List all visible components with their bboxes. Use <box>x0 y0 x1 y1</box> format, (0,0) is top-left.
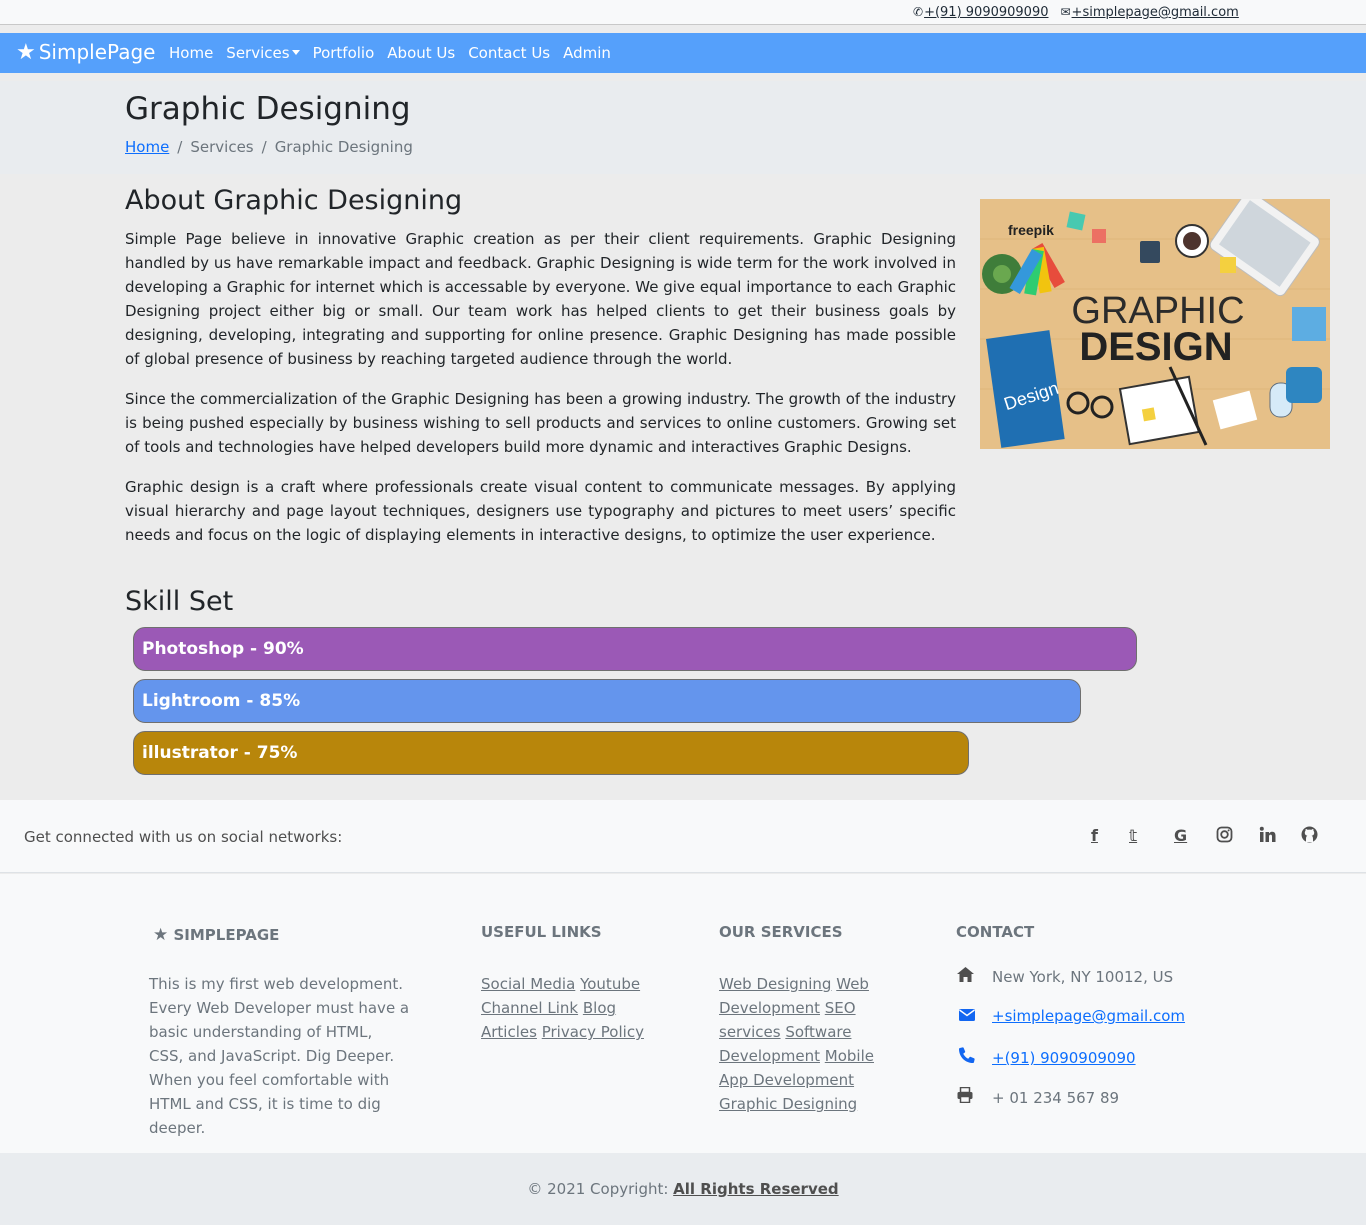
useful-links-title: Useful links <box>481 923 602 941</box>
contact-phone-link[interactable]: +(91) 9090909090 <box>992 1049 1136 1067</box>
nav-services-label: Services <box>226 44 290 62</box>
page-header: Graphic Designing Home / Services / Graphic … <box>0 81 1366 174</box>
about-paragraph: Graphic design is a craft where professi… <box>125 478 956 544</box>
skill-bar-photoshop: Photoshop - 90% <box>133 627 1137 671</box>
skill-bar-illustrator: illustrator - 75% <box>133 731 969 775</box>
footer: ★ SIMPLEPAGE This is my first web develo… <box>0 874 1366 1153</box>
nav-contact-us[interactable]: Contact Us <box>468 44 550 62</box>
image-text-design: DESIGN <box>1079 325 1232 369</box>
top-contact-links: ✆+(91) 9090909090 ✉+simplepage@gmail.com <box>913 5 1239 20</box>
freepik-logo-text: freepik <box>1008 222 1054 238</box>
phone-icon <box>958 1047 976 1067</box>
skill-set-title: Skill Set <box>125 586 234 617</box>
breadcrumb-current: Graphic Designing <box>274 138 413 156</box>
contact-email: +simplepage@gmail.com <box>958 1007 1185 1025</box>
graphic-design-image: GRAPHIC DESIGN freepik Design <box>980 199 1330 449</box>
nav-portfolio[interactable]: Portfolio <box>313 44 375 62</box>
social-strip: Get connected with us on social networks… <box>0 800 1366 873</box>
instagram-icon[interactable] <box>1216 826 1233 847</box>
envelope-icon: ✉ <box>1060 5 1071 19</box>
contact-address-text: New York, NY 10012, US <box>992 968 1174 986</box>
our-services-title: Our services <box>719 923 843 941</box>
footer-service-graphic[interactable]: Graphic Designing <box>719 1095 857 1113</box>
about-paragraph: Since the commercialization of the Graph… <box>125 390 956 456</box>
printer-icon <box>956 1086 974 1107</box>
phone-icon: ✆ <box>913 5 924 19</box>
contact-phone: +(91) 9090909090 <box>958 1047 1136 1067</box>
contact-address: New York, NY 10012, US <box>956 967 1173 986</box>
breadcrumb-separator: / <box>261 138 267 156</box>
top-contact-bar: ✆+(91) 9090909090 ✉+simplepage@gmail.com <box>0 0 1366 25</box>
about-paragraph: Simple Page believe in innovative Graphi… <box>125 230 956 368</box>
star-icon: ★ <box>153 925 169 945</box>
top-email-link[interactable]: +simplepage@gmail.com <box>1072 5 1239 20</box>
copyright-text: © 2021 Copyright: <box>527 1180 674 1198</box>
star-icon: ★ <box>16 40 36 65</box>
top-phone-link[interactable]: +(91) 9090909090 <box>924 5 1048 20</box>
breadcrumb-home-link[interactable]: Home <box>125 138 169 156</box>
caret-down-icon <box>291 49 300 55</box>
page-title: Graphic Designing <box>125 91 411 127</box>
home-icon <box>956 967 974 986</box>
contact-fax: + 01 234 567 89 <box>956 1086 1120 1107</box>
about-text: Simple Page believe in innovative Graphi… <box>125 227 956 563</box>
footer-about-text: This is my first web development. Every … <box>149 975 410 1137</box>
contact-title: Contact <box>956 923 1035 941</box>
nav-menu: Home Services Portfolio About Us Contact Us A… <box>169 44 624 62</box>
nav-services-dropdown[interactable]: Services <box>226 44 300 62</box>
skill-bar-lightroom: Lightroom - 85% <box>133 679 1081 723</box>
main-navbar: ★ SimplePage Home Services Portfolio About U… <box>0 33 1366 73</box>
services-list: Web Designing Web Development SEO servic… <box>719 972 894 1116</box>
facebook-icon[interactable]: f <box>1091 826 1098 845</box>
envelope-icon <box>958 1007 976 1025</box>
nav-admin[interactable]: Admin <box>563 44 611 62</box>
github-icon[interactable] <box>1301 826 1318 847</box>
footer-brand-name: SIMPLEPAGE <box>173 926 280 944</box>
contact-email-link[interactable]: +simplepage@gmail.com <box>992 1007 1185 1025</box>
all-rights-reserved-link[interactable]: All Rights Reserved <box>673 1180 838 1198</box>
breadcrumb-services: Services <box>190 138 254 156</box>
breadcrumb-separator: / <box>177 138 183 156</box>
breadcrumb: Home / Services / Graphic Designing <box>125 138 413 156</box>
contact-fax-text: + 01 234 567 89 <box>992 1089 1120 1107</box>
brand-link[interactable]: ★ SimplePage <box>16 40 155 65</box>
footer-service-web-designing[interactable]: Web Designing <box>719 975 831 993</box>
useful-links-list: Social Media Youtube Channel Link Blog A… <box>481 972 656 1044</box>
about-title: About Graphic Designing <box>125 185 463 216</box>
brand-name: SimplePage <box>38 40 156 64</box>
twitter-icon[interactable]: 𝕥 <box>1129 826 1137 845</box>
copyright-bar: © 2021 Copyright: All Rights Reserved <box>0 1153 1366 1225</box>
google-icon[interactable]: G <box>1174 826 1187 845</box>
linkedin-icon[interactable] <box>1259 826 1276 847</box>
nav-home[interactable]: Home <box>169 44 213 62</box>
footer-link-social-media[interactable]: Social Media <box>481 975 575 993</box>
nav-about-us[interactable]: About Us <box>387 44 455 62</box>
social-text: Get connected with us on social networks… <box>24 828 343 846</box>
footer-link-privacy[interactable]: Privacy Policy <box>542 1023 644 1041</box>
footer-brand: ★ SIMPLEPAGE <box>153 925 279 945</box>
graphic-design-illustration: GRAPHIC DESIGN freepik Design <box>980 199 1330 449</box>
